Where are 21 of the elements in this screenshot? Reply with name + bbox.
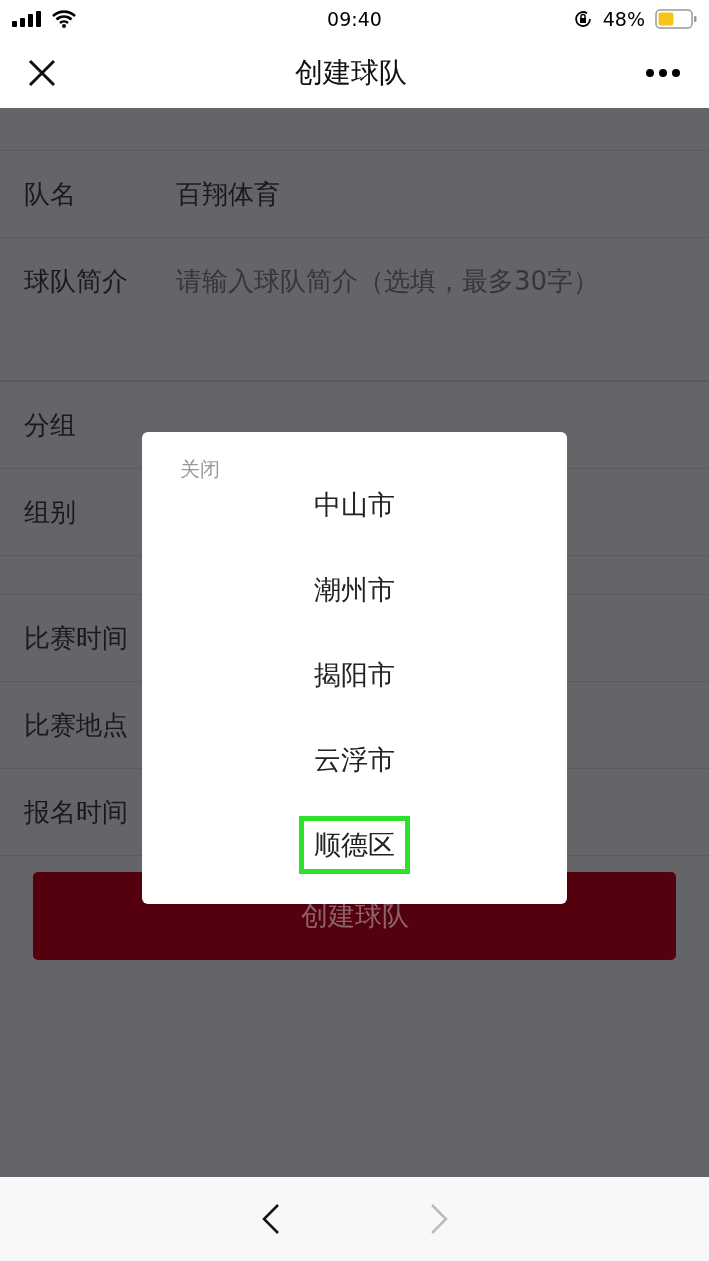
- field-label: 比赛时间: [24, 621, 129, 655]
- signal-icon: [12, 11, 42, 27]
- field-label: 比赛地点: [24, 708, 129, 742]
- battery-icon: [655, 9, 697, 29]
- city-option[interactable]: 顺德区: [299, 815, 410, 874]
- field-label: 组别: [24, 495, 77, 529]
- clock-time: 09:40: [327, 8, 382, 30]
- field-label: 队名: [24, 177, 77, 211]
- rotation-lock-icon: [572, 9, 593, 29]
- city-option[interactable]: 云浮市: [299, 730, 410, 789]
- page-title: 创建球队: [294, 55, 407, 91]
- field-label: 球队简介: [24, 265, 129, 298]
- field-label: 分组: [24, 408, 77, 442]
- field-label: 报名时间: [24, 795, 129, 829]
- city-option[interactable]: 潮州市: [299, 560, 410, 619]
- city-option[interactable]: 揭阳市: [299, 645, 410, 704]
- city-option[interactable]: 中山市: [299, 475, 410, 534]
- close-icon: [28, 59, 56, 87]
- more-icon: [645, 68, 681, 78]
- wifi-icon: [52, 10, 76, 28]
- battery-percent: 48%: [602, 8, 645, 30]
